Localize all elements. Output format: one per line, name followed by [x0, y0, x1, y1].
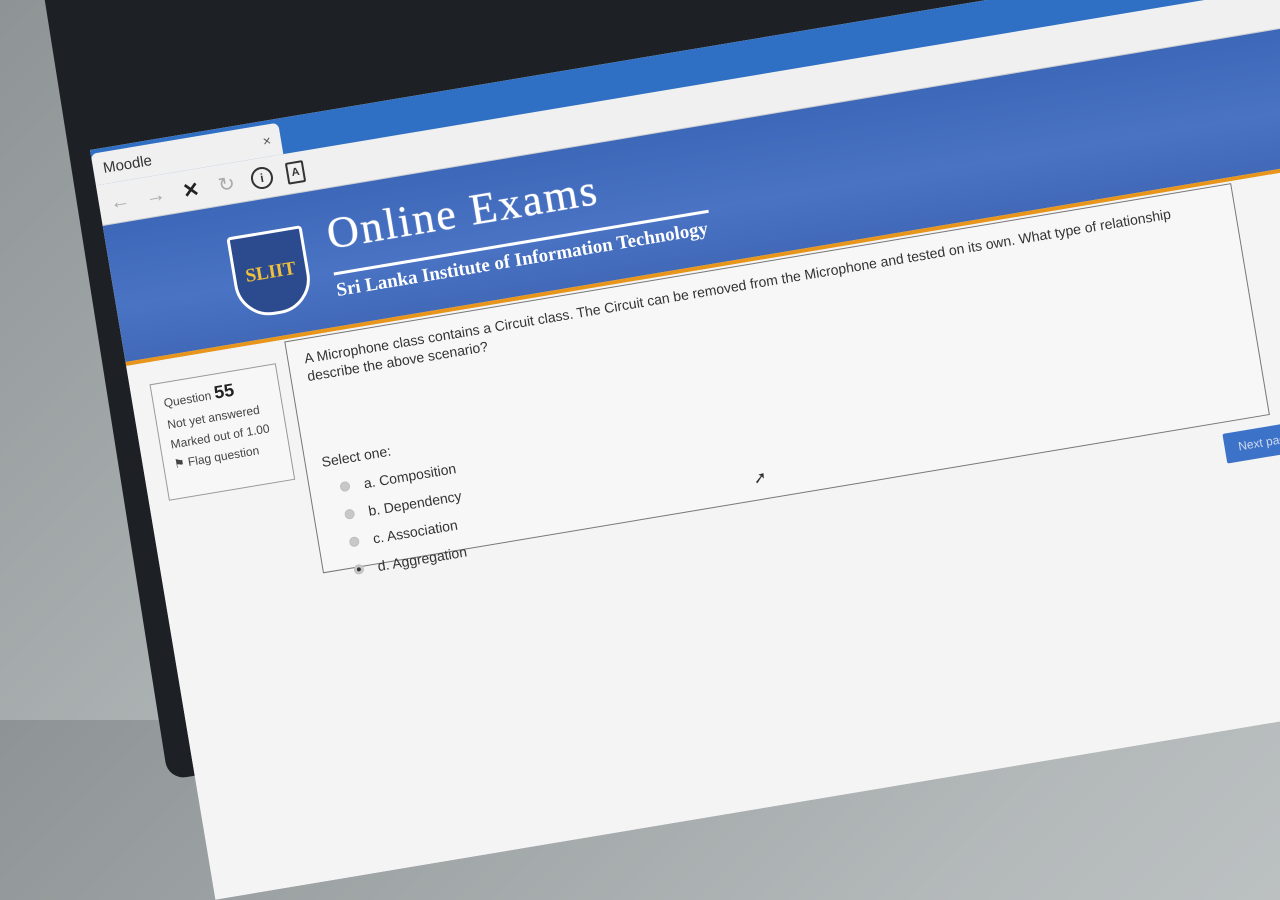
- question-label: Question: [162, 388, 213, 411]
- stop-icon[interactable]: ✕: [178, 176, 204, 204]
- question-number-value: 55: [212, 379, 236, 403]
- question-info-panel: Question 55 Not yet answered Marked out …: [149, 363, 296, 501]
- page-icon[interactable]: A: [284, 160, 307, 185]
- back-icon[interactable]: ←: [107, 189, 132, 215]
- radio-option-c[interactable]: [348, 535, 361, 548]
- sliit-logo: SLIIT: [226, 225, 316, 321]
- reload-icon[interactable]: ↻: [214, 170, 240, 198]
- tab-title: Moodle: [101, 151, 154, 177]
- forward-icon[interactable]: →: [143, 183, 168, 209]
- radio-option-d[interactable]: [353, 563, 365, 576]
- browser-screen: Moodle × ← → ✕ ↻ i A SLIIT Online Exams …: [90, 0, 1280, 900]
- radio-option-b[interactable]: [343, 508, 356, 520]
- tab-close-icon[interactable]: ×: [261, 132, 272, 149]
- radio-option-a[interactable]: [339, 480, 351, 493]
- site-info-icon[interactable]: i: [249, 165, 275, 191]
